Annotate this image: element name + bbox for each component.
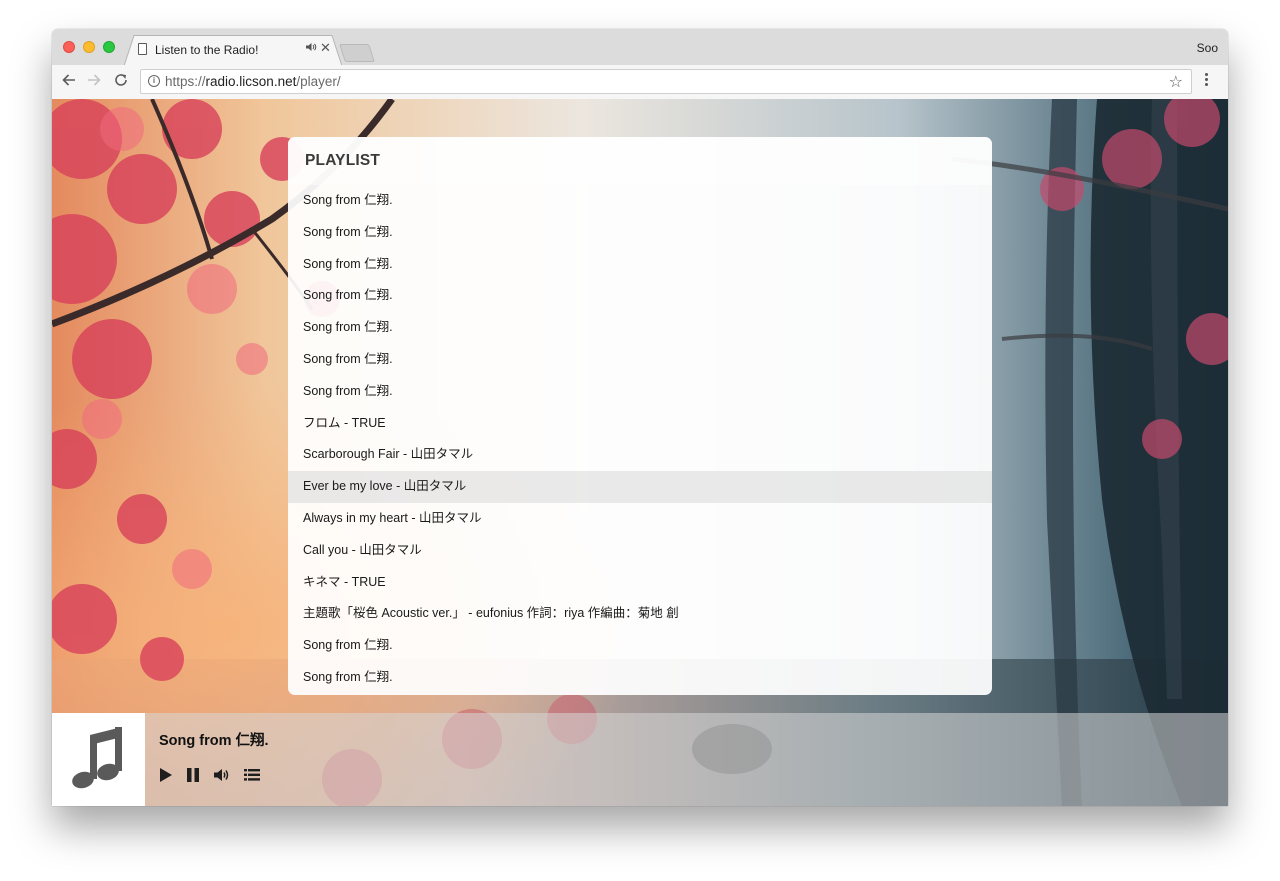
info-icon[interactable]: i [148,75,160,87]
playlist-item[interactable]: フロム - TRUE [288,408,992,440]
playlist-item[interactable]: Song from 仁翔. [288,280,992,312]
playlist-item[interactable]: Song from 仁翔. [288,344,992,376]
playlist-list: Song from 仁翔. Song from 仁翔. Song from 仁翔. S… [288,185,992,694]
playlist-item[interactable]: キネマ - TRUE [288,567,992,599]
playlist-item[interactable]: Song from 仁翔. [288,217,992,249]
player-bar: Song from 仁翔. [52,713,1228,806]
volume-icon[interactable] [213,767,231,788]
tab-strip: Listen to the Radio! ✕ Soo [52,29,1228,66]
page-content: PLAYLIST Song from 仁翔. Song from 仁翔. Song … [52,99,1228,806]
browser-window: Listen to the Radio! ✕ Soo i https://rad… [52,29,1228,806]
address-bar[interactable]: i https://radio.licson.net/player/ ☆ [140,69,1192,94]
playlist-item[interactable]: Song from 仁翔. [288,312,992,344]
playlist-item[interactable]: Song from 仁翔. [288,630,992,662]
speaker-icon[interactable] [306,42,317,55]
play-icon[interactable] [159,767,173,788]
playlist-item[interactable]: Song from 仁翔. [288,376,992,408]
url-scheme: https:// [165,74,206,89]
playlist-item[interactable]: Song from 仁翔. [288,662,992,694]
playlist-panel: PLAYLIST Song from 仁翔. Song from 仁翔. Song … [288,137,992,695]
close-window-button[interactable] [63,41,75,53]
playlist-icon[interactable] [243,767,261,788]
pause-icon[interactable] [186,767,200,788]
back-arrow-icon[interactable] [61,72,77,92]
url-path: /player/ [296,74,341,89]
playlist-item[interactable]: 主題歌「桜色 Acoustic ver.」 - eufonius 作詞：riya… [288,598,992,630]
new-tab-button[interactable] [339,44,375,62]
playlist-header: PLAYLIST [288,137,992,185]
url-text[interactable]: https://radio.licson.net/player/ [165,74,341,89]
kebab-menu-icon[interactable] [1205,73,1209,88]
reload-icon[interactable] [113,72,129,92]
url-host: radio.licson.net [205,74,297,89]
playlist-item[interactable]: Song from 仁翔. [288,249,992,281]
now-playing-title: Song from 仁翔. [159,733,269,749]
album-art [52,713,145,806]
close-icon[interactable]: ✕ [320,40,331,56]
playlist-item[interactable]: Scarborough Fair - 山田タマル [288,439,992,471]
maximize-window-button[interactable] [103,41,115,53]
playlist-item[interactable]: Always in my heart - 山田タマル [288,503,992,535]
star-icon[interactable]: ☆ [1169,72,1183,92]
playlist-item[interactable]: Ever be my love - 山田タマル [288,471,992,503]
playlist-item[interactable]: Call you - 山田タマル [288,535,992,567]
forward-arrow-icon[interactable] [86,72,102,92]
minimize-window-button[interactable] [83,41,95,53]
profile-name[interactable]: Soo [1197,41,1218,55]
music-note-icon [72,727,122,789]
playlist-title: PLAYLIST [305,152,381,169]
browser-toolbar: i https://radio.licson.net/player/ ☆ [52,65,1228,100]
page-icon [138,43,147,55]
playlist-item[interactable]: Song from 仁翔. [288,185,992,217]
tab-title: Listen to the Radio! [155,43,259,57]
